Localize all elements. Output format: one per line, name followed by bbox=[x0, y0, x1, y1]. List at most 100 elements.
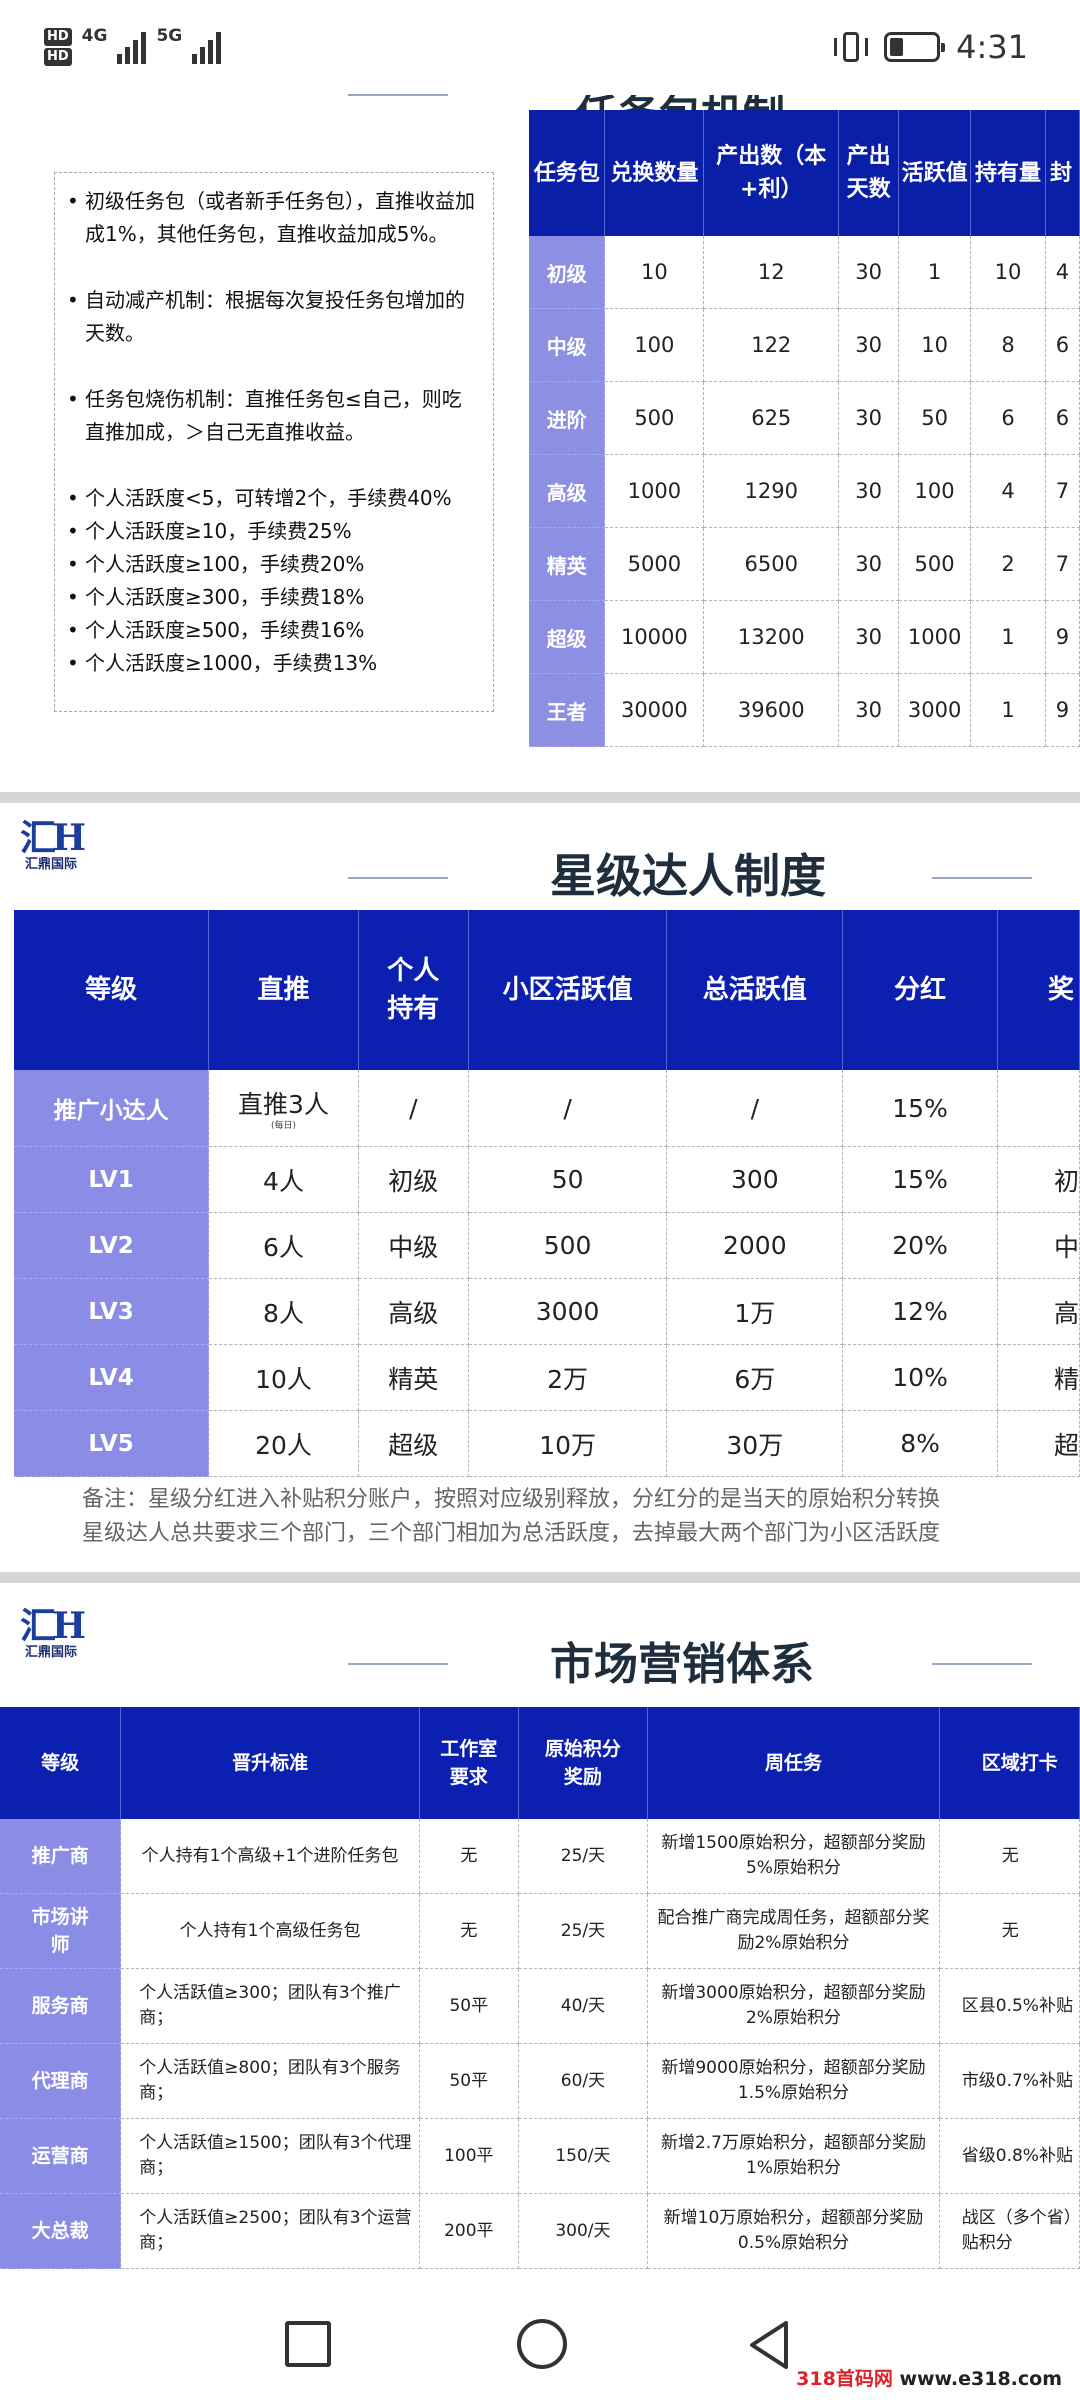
slide-title: 市场营销体系 bbox=[550, 1639, 814, 1690]
table-cell: 25/天 bbox=[518, 1893, 649, 1969]
table-cell: 1000 bbox=[898, 600, 972, 674]
row-header: 推广小达人 bbox=[14, 1070, 210, 1147]
status-bar: HD HD 4G 5G 4:31 bbox=[0, 0, 1080, 92]
column-header: 个人持有 bbox=[358, 910, 469, 1070]
table-cell: 3000 bbox=[898, 673, 972, 747]
table-row: LV1 4人 初级 50 300 15% 初 bbox=[14, 1146, 1080, 1213]
table-cell: 50 bbox=[898, 381, 972, 455]
deco-line bbox=[348, 877, 448, 879]
table-row: 推广商 个人持有1个高级+1个进阶任务包无 25/天 新增1500原始积分，超额部分奖… bbox=[0, 1819, 1080, 1894]
table-cell: 2万 bbox=[468, 1344, 668, 1411]
table-cell: 50 bbox=[468, 1146, 668, 1213]
table-cell: 区县0.5%补贴 bbox=[939, 1968, 1080, 2044]
table-cell: 6 bbox=[970, 381, 1046, 455]
table-cell: / bbox=[468, 1070, 668, 1147]
table-cell: 5000 bbox=[604, 527, 705, 601]
table-header-row: 等级 直推 个人持有 小区活跃值 总活跃值 分红 奖 bbox=[14, 910, 1080, 1070]
table-cell: 2000 bbox=[666, 1212, 844, 1279]
table-cell: 个人持有1个高级任务包 bbox=[120, 1893, 420, 1969]
table-cell: 30 bbox=[838, 600, 900, 674]
table-cell: 市级0.7%补贴 bbox=[939, 2043, 1080, 2119]
table-row: 精英 5000 6500 30 500 2 7 bbox=[529, 527, 1080, 601]
table-cell: 300 bbox=[666, 1146, 844, 1213]
table-cell: 个人活跃值≥300；团队有3个推广商； bbox=[120, 1968, 420, 2044]
table-cell: 1 bbox=[970, 673, 1046, 747]
column-header: 总活跃值 bbox=[666, 910, 844, 1070]
circle-home-icon[interactable] bbox=[517, 2319, 567, 2369]
table-cell: 无 bbox=[939, 1893, 1080, 1969]
table-cell: 直推3人 (每日) bbox=[208, 1070, 359, 1147]
table-cell: 初 bbox=[997, 1146, 1080, 1213]
watermark: 318首码网 www.e318.com bbox=[790, 2360, 1068, 2395]
network-type-2: 5G bbox=[156, 26, 183, 46]
table-cell: 30 bbox=[838, 527, 900, 601]
table-row: LV2 6人 中级 500 2000 20% 中 bbox=[14, 1212, 1080, 1279]
column-header: 奖 bbox=[997, 910, 1080, 1070]
table-cell: 13200 bbox=[703, 600, 840, 674]
column-header: 活跃值 bbox=[898, 110, 972, 236]
table-cell: 精 bbox=[997, 1344, 1080, 1411]
table-cell: 高级 bbox=[358, 1278, 469, 1345]
slide-task-package: 任务包机制 •初级任务包（或者新手任务包），直推收益加成1%，其他任务包，直推收… bbox=[0, 92, 1080, 792]
column-header: 产出天数 bbox=[838, 110, 900, 236]
table-cell: 个人活跃值≥1500；团队有3个代理商； bbox=[120, 2118, 420, 2194]
table-cell: 25/天 bbox=[518, 1819, 649, 1894]
battery-fill bbox=[890, 38, 904, 56]
table-row: 大总裁 个人活跃值≥2500；团队有3个运营商； 200平 300/天 新增10万原始积… bbox=[0, 2193, 1080, 2269]
status-right: 4:31 bbox=[834, 22, 1028, 72]
note-item: • 个人活跃度<5，可转增2个，手续费40% bbox=[67, 486, 452, 510]
table-cell: / bbox=[666, 1070, 844, 1147]
hd-badge: HD bbox=[44, 48, 72, 66]
table-cell: 40/天 bbox=[518, 1968, 649, 2044]
column-header: 周任务 bbox=[647, 1707, 940, 1819]
triangle-back-icon[interactable] bbox=[744, 2319, 794, 2371]
table-row: LV5 20人 超级 10万 30万 8% 超 bbox=[14, 1410, 1080, 1477]
table-cell: 30 bbox=[838, 454, 900, 528]
table-cell: 15% bbox=[842, 1146, 998, 1213]
table-cell: 战区（多个省）贴积分 bbox=[939, 2193, 1080, 2269]
table-cell: 30000 bbox=[604, 673, 705, 747]
table-cell: 高 bbox=[997, 1278, 1080, 1345]
column-header: 晋升标准 bbox=[120, 1707, 420, 1819]
table-cell: 无 bbox=[939, 1819, 1080, 1894]
table-cell: 122 bbox=[703, 308, 840, 382]
slide-title: 星级达人制度 bbox=[550, 849, 826, 903]
column-header: 等级 bbox=[14, 910, 210, 1070]
direct-count: 直推3人 bbox=[238, 1090, 329, 1119]
vibrate-icon bbox=[834, 30, 869, 64]
table-cell: 12% bbox=[842, 1278, 998, 1345]
company-logo: 汇H 汇鼎国际 bbox=[12, 1607, 90, 1661]
row-header: 初级 bbox=[529, 236, 606, 309]
battery-icon bbox=[884, 32, 946, 62]
table-cell: 初级 bbox=[358, 1146, 469, 1213]
column-header: 等级 bbox=[0, 1707, 122, 1819]
table-cell: 4 bbox=[970, 454, 1046, 528]
star-expert-table: 等级 直推 个人持有 小区活跃值 总活跃值 分红 奖 推广小达人 直推3人 (每日)… bbox=[14, 910, 1080, 1477]
table-cell: 3000 bbox=[468, 1278, 668, 1345]
table-cell: 6 bbox=[1045, 381, 1080, 455]
table-row: 服务商 个人活跃值≥300；团队有3个推广商； 50平 40/天 新增3000原始积分，… bbox=[0, 1968, 1080, 2044]
note-item: • 个人活跃度≥100，手续费20% bbox=[67, 552, 365, 576]
table-cell: 6人 bbox=[208, 1212, 359, 1279]
signal-bars-icon bbox=[117, 30, 147, 64]
square-recents-icon[interactable] bbox=[285, 2321, 331, 2367]
table-cell: 10 bbox=[970, 236, 1046, 309]
table-cell: 无 bbox=[419, 1893, 519, 1969]
remark-line: 星级达人总共要求三个部门，三个部门相加为总活跃度，去掉最大两个部门为小区活跃度 bbox=[82, 1521, 941, 1546]
table-cell: 中 bbox=[997, 1212, 1080, 1279]
table-cell: 100 bbox=[604, 308, 705, 382]
table-cell: 6 bbox=[1045, 308, 1080, 382]
column-header: 兑换数量 bbox=[604, 110, 705, 236]
table-row: 进阶 500 625 30 50 6 6 bbox=[529, 381, 1080, 455]
table-cell: 500 bbox=[468, 1212, 668, 1279]
logo-text: 汇鼎国际 bbox=[24, 857, 77, 872]
table-cell: 新增9000原始积分，超额部分奖励1.5%原始积分 bbox=[647, 2043, 940, 2119]
table-cell: 4人 bbox=[208, 1146, 359, 1213]
column-header: 原始积分奖励 bbox=[518, 1707, 649, 1819]
column-header: 分红 bbox=[842, 910, 998, 1070]
table-row: 初级 10 12 30 1 10 4 bbox=[529, 236, 1080, 309]
table-row: LV4 10人 精英 2万 6万 10% 精 bbox=[14, 1344, 1080, 1411]
row-header: LV5 bbox=[14, 1410, 210, 1477]
table-cell: 10人 bbox=[208, 1344, 359, 1411]
table-cell: 8人 bbox=[208, 1278, 359, 1345]
